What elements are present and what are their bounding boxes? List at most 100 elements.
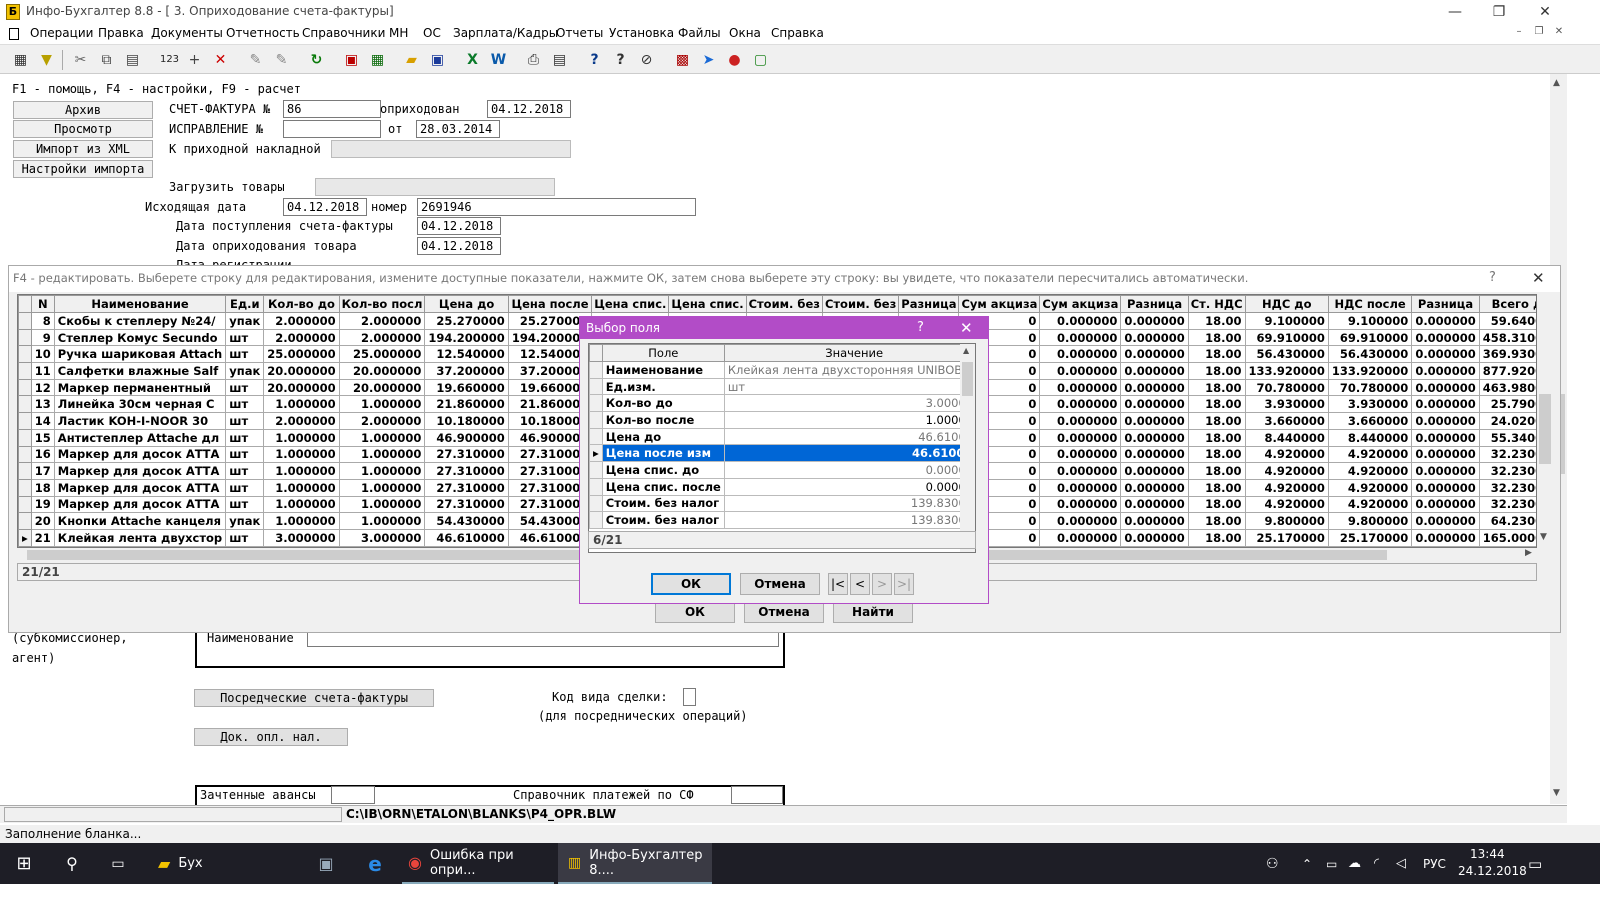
table-cell[interactable]: 1.000000	[338, 428, 426, 447]
table-cell[interactable]: 9.100000	[1244, 312, 1329, 330]
table-cell[interactable]: 1.000000	[338, 478, 426, 497]
table-cell[interactable]: шт	[225, 478, 265, 497]
field-row[interactable]: Наименование Клейкая лента двухсторонняя …	[589, 361, 975, 379]
field-name-cell[interactable]: Стоим. без налог	[601, 511, 725, 529]
field-value-cell[interactable]: 46.610000	[723, 427, 975, 446]
table-cell[interactable]: 1.000000	[263, 428, 340, 447]
doc-payment-button[interactable]: Док. опл. нал.	[194, 728, 348, 746]
table-cell[interactable]: 18.00	[1187, 495, 1246, 514]
table-cell[interactable]: 20.000000	[338, 378, 426, 397]
table-cell[interactable]: 0.000000	[1039, 378, 1122, 397]
deal-code-field[interactable]	[683, 688, 696, 706]
table-cell[interactable]: 0.000000	[1120, 428, 1189, 447]
correction-number-field[interactable]	[283, 120, 381, 138]
value-column-header[interactable]: Значение	[723, 344, 975, 362]
table-cell[interactable]: 18.00	[1187, 312, 1246, 330]
column-header[interactable]: Всего до	[1478, 295, 1536, 313]
load-goods-field[interactable]	[315, 178, 555, 196]
table-cell[interactable]: Маркер для досок АТТА	[53, 462, 227, 480]
table-cell[interactable]: 32.230000	[1478, 478, 1536, 497]
field-column-header[interactable]: Поле	[601, 344, 725, 362]
table-cell[interactable]: 24.020000	[1478, 412, 1536, 430]
table-cell[interactable]: 70.780000	[1244, 378, 1329, 397]
gift-icon[interactable]: ▢	[749, 48, 772, 71]
table-cell[interactable]: Ластик KOH-I-NOOR 30	[53, 412, 227, 430]
table-cell[interactable]: 8.440000	[1244, 428, 1329, 447]
field-value-cell[interactable]: 3.000000	[723, 394, 975, 413]
table-cell[interactable]: 18.00	[1187, 345, 1246, 364]
taskbar-network-app[interactable]: ▣	[306, 843, 346, 884]
table-cell[interactable]: 0.000000	[1120, 445, 1189, 464]
prev-record-button[interactable]: <	[850, 573, 870, 595]
table-cell[interactable]: 3.660000	[1244, 412, 1329, 430]
table-cell[interactable]: 0.000000	[1120, 395, 1189, 414]
table-cell[interactable]: Маркер для досок АТТА	[53, 478, 227, 497]
table-cell[interactable]: 19.660000	[424, 378, 509, 397]
taskbar-infobuh[interactable]: ▥ Инфо-Бухгалтер 8....	[558, 843, 712, 884]
context-help-icon[interactable]: ?	[609, 48, 632, 71]
taskbar-ie[interactable]: e	[355, 843, 395, 884]
task-view-icon[interactable]: ▭	[106, 843, 130, 884]
column-header[interactable]: Разница	[898, 295, 960, 313]
table-cell[interactable]: Маркер для досок АТТА	[53, 495, 227, 514]
table-cell[interactable]: упак	[225, 512, 265, 530]
table-cell[interactable]: 0.000000	[1411, 495, 1480, 514]
table-cell[interactable]: 0.000000	[1120, 462, 1189, 480]
filter-icon[interactable]: ▼	[35, 48, 58, 71]
table-cell[interactable]: 54.430000	[424, 512, 509, 530]
table-cell[interactable]: 1.000000	[338, 395, 426, 414]
table-cell[interactable]: шт	[225, 445, 265, 464]
table-cell[interactable]: 877.920000	[1478, 362, 1536, 380]
table-cell[interactable]: 0.000000	[1411, 378, 1480, 397]
scroll-thumb[interactable]	[1539, 394, 1551, 464]
menu-files[interactable]: Файлы	[678, 26, 721, 40]
grid-help-button[interactable]: ?	[1489, 270, 1496, 285]
table-cell[interactable]: 25.170000	[1244, 528, 1329, 547]
table-cell[interactable]: 463.980000	[1478, 378, 1536, 397]
arrival-date-field[interactable]: 04.12.2018	[417, 217, 501, 235]
tray-chevron-icon[interactable]: ⌃	[1302, 843, 1312, 884]
archive-button[interactable]: Архив	[13, 101, 153, 119]
table-cell[interactable]: 4.920000	[1327, 462, 1413, 480]
invoice-number-field[interactable]: 86	[283, 100, 381, 118]
clock-date[interactable]: 24.12.2018	[1458, 864, 1527, 878]
grid-cancel-button[interactable]: Отмена	[744, 601, 824, 623]
table-cell[interactable]: 46.900000	[424, 428, 509, 447]
table-cell[interactable]: 69.910000	[1327, 328, 1413, 347]
menu-help[interactable]: Справка	[771, 26, 824, 40]
table-cell[interactable]: 3.000000	[263, 528, 340, 547]
open-folder-icon[interactable]: ▰	[400, 48, 423, 71]
table-cell[interactable]: Ручка шариковая Attach	[53, 345, 227, 364]
add-icon[interactable]: +	[183, 48, 206, 71]
table-cell[interactable]: 0.000000	[1411, 345, 1480, 364]
menu-settings[interactable]: Установка	[609, 26, 674, 40]
grid-vertical-scrollbar[interactable]: ▼	[1537, 294, 1553, 548]
table-cell[interactable]: 133.920000	[1244, 362, 1329, 380]
table-cell[interactable]: 55.340000	[1478, 428, 1536, 447]
help-icon[interactable]: ?	[583, 48, 606, 71]
receipt-field[interactable]	[331, 140, 571, 158]
column-header[interactable]: Ед.и	[225, 295, 265, 313]
column-header[interactable]: Наименование	[53, 295, 227, 313]
field-name-cell[interactable]: Наименование	[601, 361, 725, 379]
menu-reporting[interactable]: Отчетность	[226, 26, 300, 40]
table-cell[interactable]: 69.910000	[1244, 328, 1329, 347]
column-header[interactable]: Кол-во посл	[338, 295, 426, 313]
table-cell[interactable]: 0.000000	[1120, 312, 1189, 330]
grid-close-button[interactable]: ✕	[1532, 269, 1545, 287]
user-icon[interactable]: ●	[723, 48, 746, 71]
table-cell[interactable]: 21	[30, 528, 55, 547]
table-cell[interactable]: 12	[30, 378, 55, 397]
grid-ok-button[interactable]: ОК	[655, 601, 735, 623]
windows-start-icon[interactable]: ⊞	[12, 843, 36, 884]
table-cell[interactable]: 1.000000	[263, 478, 340, 497]
grid-find-button[interactable]: Найти	[833, 601, 913, 623]
posting-date-field[interactable]: 04.12.2018	[417, 237, 501, 255]
field-row[interactable]: Цена до 46.610000	[589, 427, 975, 446]
table-cell[interactable]: 4.920000	[1327, 478, 1413, 497]
people-icon[interactable]: ⚇	[1266, 843, 1279, 884]
table-cell[interactable]: 4.920000	[1327, 495, 1413, 514]
table-cell[interactable]: 1.000000	[338, 495, 426, 514]
table-cell[interactable]: шт	[225, 528, 265, 547]
table-cell[interactable]: 0.000000	[1039, 478, 1122, 497]
